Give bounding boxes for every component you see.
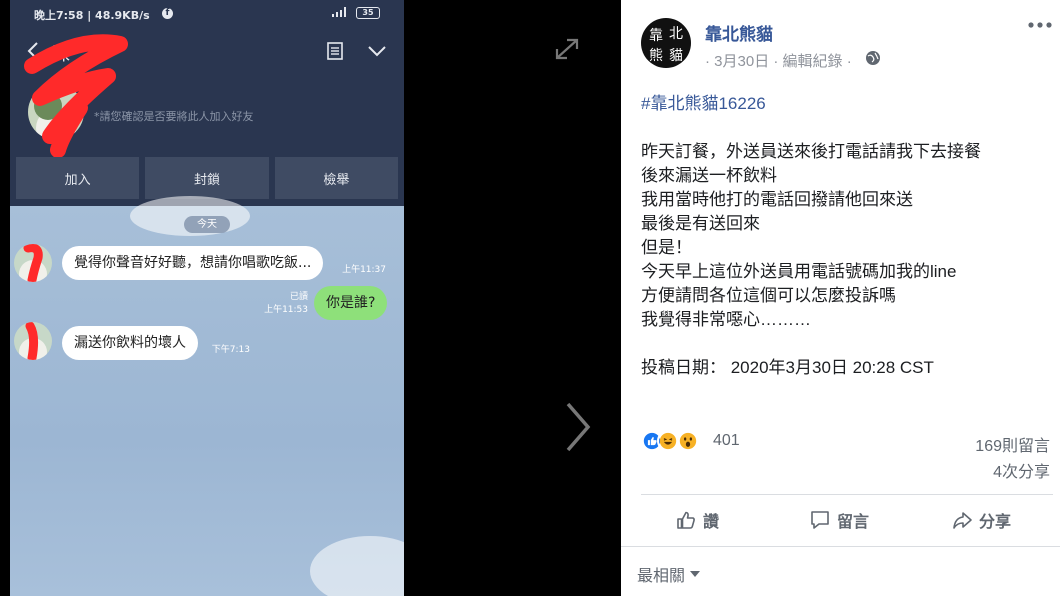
chevron-down-icon[interactable] <box>366 42 388 60</box>
phone-screenshot: 晚上7:58 | 48.9KB/s f 35 陳 *請您確認是否要將此人加入好友… <box>10 0 404 596</box>
hashtag-link[interactable]: #靠北熊貓16226 <box>641 92 1051 116</box>
share-button[interactable]: 分享 <box>951 506 1011 534</box>
chat-header: 陳 <box>10 28 404 74</box>
message-time: 下午7:13 <box>211 345 250 355</box>
date-separator: 今天 <box>184 216 230 233</box>
sort-label: 最相關 <box>637 568 686 585</box>
comments-count-link[interactable]: 169則留言 <box>975 432 1050 456</box>
post-meta[interactable]: · 3月30日 · 編輯紀錄 · <box>705 50 852 71</box>
post-line: 但是！ <box>641 238 692 257</box>
sender-avatar[interactable] <box>14 322 52 360</box>
avatar-char: 貓 <box>669 48 683 64</box>
comment-icon <box>811 511 829 529</box>
friend-action-row: 加入 封鎖 檢舉 <box>16 157 398 199</box>
comment-sort-dropdown[interactable]: 最相關 <box>637 562 701 586</box>
thumbs-up-icon <box>677 511 695 529</box>
share-icon <box>953 512 972 529</box>
page-name-link[interactable]: 靠北熊貓 <box>705 20 773 45</box>
reaction-count: 401 <box>713 432 740 449</box>
post-line: 我用當時他打的電話回撥請他回來送 <box>641 190 913 209</box>
status-bar: 晚上7:58 | 48.9KB/s f 35 <box>10 0 404 28</box>
post-line: 方便請問各位這個可以怎麼投訴嗎 <box>641 286 896 305</box>
status-time: 晚上7:58 | 48.9KB/s <box>34 9 150 22</box>
add-friend-notice: *請您確認是否要將此人加入好友 <box>94 110 254 123</box>
battery-icon: 35 <box>356 7 380 19</box>
sender-avatar[interactable] <box>14 244 52 282</box>
message-bubble-outgoing[interactable]: 你是誰? <box>314 286 388 320</box>
expand-arrows-icon[interactable] <box>553 36 581 62</box>
photo-viewer: 晚上7:58 | 48.9KB/s f 35 陳 *請您確認是否要將此人加入好友… <box>0 0 1060 596</box>
avatar-char: 靠 <box>649 28 663 44</box>
divider <box>621 546 1060 547</box>
shares-count-link[interactable]: 4次分享 <box>993 458 1050 482</box>
post-line: 後來漏送一杯飲料 <box>641 166 777 185</box>
post-panel: 靠 北 熊 貓 靠北熊貓 · 3月30日 · 編輯紀錄 · #靠北熊貓16226… <box>621 0 1060 596</box>
contact-name: 陳 <box>52 44 70 65</box>
chevron-right-icon[interactable] <box>562 400 594 454</box>
haha-reaction-icon <box>657 430 679 452</box>
add-friend-button[interactable]: 加入 <box>16 157 140 199</box>
post-action-bar: 讚 留言 分享 <box>641 500 1053 540</box>
signal-icon <box>332 7 346 17</box>
message-bubble-incoming[interactable]: 覺得你聲音好好聽，想請你唱歌吃飯... <box>62 246 324 280</box>
message-time: 上午11:37 <box>342 265 386 275</box>
block-button[interactable]: 封鎖 <box>145 157 269 199</box>
page-avatar[interactable]: 靠 北 熊 貓 <box>641 18 691 68</box>
message-bubble-incoming[interactable]: 漏送你飲料的壞人 <box>62 326 198 360</box>
notes-icon[interactable] <box>326 41 344 61</box>
globe-icon <box>866 51 880 65</box>
back-arrow-icon[interactable] <box>24 40 44 62</box>
message-time: 上午11:53 <box>264 305 308 315</box>
more-options-icon[interactable] <box>1027 20 1053 30</box>
like-label: 讚 <box>703 514 720 531</box>
post-line: 昨天訂餐，外送員送來後打電話請我下去接餐 <box>641 142 981 161</box>
avatar-char: 北 <box>669 26 683 42</box>
facebook-notification-icon: f <box>162 8 173 19</box>
caret-down-icon <box>690 571 701 577</box>
like-button[interactable]: 讚 <box>675 506 719 534</box>
post-body: #靠北熊貓16226 昨天訂餐，外送員送來後打電話請我下去接餐 後來漏送一杯飲料… <box>641 92 1051 380</box>
post-line: 最後是有送回來 <box>641 214 760 233</box>
post-line: 我覺得非常噁心……… <box>641 310 811 329</box>
comment-button[interactable]: 留言 <box>809 506 869 534</box>
contact-avatar <box>28 84 84 140</box>
avatar-char: 熊 <box>649 48 663 64</box>
read-receipt: 已讀 <box>289 292 308 302</box>
submission-date: 投稿日期： 2020年3月30日 20:28 CST <box>641 358 934 377</box>
divider <box>641 494 1053 495</box>
share-label: 分享 <box>979 514 1012 531</box>
post-line: 今天早上這位外送員用電話號碼加我的line <box>641 262 957 281</box>
wow-reaction-icon <box>677 430 699 452</box>
comment-label: 留言 <box>837 514 870 531</box>
report-button[interactable]: 檢舉 <box>274 157 398 199</box>
